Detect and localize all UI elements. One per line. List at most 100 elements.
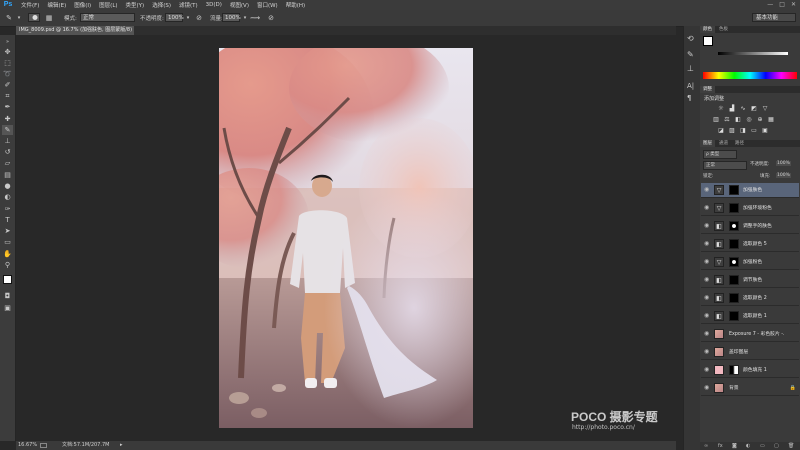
layer-row[interactable]: ◉ ▽ 加强肤色 — [701, 183, 799, 198]
visibility-eye-icon[interactable]: ◉ — [704, 187, 711, 193]
history-brush-icon[interactable]: ↺ — [2, 147, 13, 157]
document-photo[interactable] — [219, 48, 473, 428]
maximize-button[interactable]: □ — [779, 1, 785, 8]
menu-view[interactable]: 视图(V) — [230, 1, 249, 9]
layer-row[interactable]: ◉ ◧ 选取颜色 2 — [701, 291, 799, 306]
flow-input[interactable]: 100% — [222, 13, 241, 22]
tab-swatches[interactable]: 色板 — [716, 26, 731, 33]
visibility-eye-icon[interactable]: ◉ — [704, 313, 711, 319]
history-icon[interactable]: ⟲ — [687, 34, 694, 43]
layer-row[interactable]: ◉ ◧ 调节肤色 — [701, 273, 799, 288]
tab-channels[interactable]: 通道 — [716, 140, 731, 147]
move-icon[interactable]: ✥ — [2, 47, 13, 57]
curves-adjust-icon[interactable]: ∿ — [739, 105, 747, 112]
flow-dropdown-icon[interactable]: ▾ — [240, 13, 250, 23]
layer-opacity-input[interactable]: 100% — [776, 161, 791, 166]
layer-mask-thumb[interactable] — [729, 239, 739, 249]
eraser-icon[interactable]: ▱ — [2, 158, 13, 168]
menu-image[interactable]: 图像(I) — [74, 1, 91, 9]
photo-filter-icon[interactable]: ◎ — [745, 116, 753, 123]
preset-dropdown-icon[interactable]: ▾ — [14, 13, 24, 23]
status-export-icon[interactable] — [40, 443, 47, 448]
layer-row[interactable]: ◉ 盖印图层 — [701, 345, 799, 360]
layer-kind-filter[interactable]: ρ 类型 — [703, 150, 737, 159]
paragraph-panel-icon[interactable]: ¶ — [687, 94, 691, 102]
status-menu-icon[interactable]: ▸ — [120, 441, 123, 450]
color-balance-icon[interactable]: ⚖ — [723, 116, 731, 123]
brush-panel-icon[interactable]: ▦ — [44, 13, 54, 23]
visibility-eye-icon[interactable]: ◉ — [704, 367, 711, 373]
brush-size-picker[interactable] — [28, 13, 40, 22]
layer-mask-thumb[interactable] — [729, 293, 739, 303]
path-select-icon[interactable]: ➤ — [2, 226, 13, 236]
menu-filter[interactable]: 滤镜(T) — [179, 1, 198, 9]
visibility-eye-icon[interactable]: ◉ — [704, 349, 711, 355]
stamp-icon[interactable]: ⊥ — [2, 136, 13, 146]
dodge-icon[interactable]: ◐ — [2, 192, 13, 202]
layer-mask-thumb[interactable] — [729, 365, 739, 375]
close-button[interactable]: ✕ — [791, 1, 796, 8]
layer-mask-thumb[interactable] — [729, 275, 739, 285]
layer-mask-thumb[interactable] — [729, 311, 739, 321]
shape-icon[interactable]: ▭ — [2, 237, 13, 247]
layer-row[interactable]: ◉ ◧ 选取颜色 5 — [701, 237, 799, 252]
color-lookup-icon[interactable]: ▦ — [767, 116, 775, 123]
layer-mask-thumb[interactable] — [729, 257, 739, 267]
layer-row[interactable]: ◉ ▽ 加强粉色 — [701, 255, 799, 270]
menu-window[interactable]: 窗口(W) — [257, 1, 278, 9]
layer-row[interactable]: ◉ ▽ 加强环境粉色 — [701, 201, 799, 216]
opacity-dropdown-icon[interactable]: ▾ — [183, 13, 193, 23]
brightness-icon[interactable]: ☼ — [717, 105, 725, 112]
delete-layer-icon[interactable]: 🗑 — [788, 442, 794, 450]
visibility-eye-icon[interactable]: ◉ — [704, 295, 711, 301]
panel-foreground-swatch[interactable] — [703, 36, 713, 46]
visibility-eye-icon[interactable]: ◉ — [704, 223, 711, 229]
tab-adjustments[interactable]: 调整 — [700, 86, 715, 93]
threshold-icon[interactable]: ◨ — [739, 127, 747, 134]
layer-mask-thumb[interactable] — [729, 221, 739, 231]
levels-adjust-icon[interactable]: ▟ — [728, 105, 736, 112]
pen-icon[interactable]: ✑ — [2, 204, 13, 214]
menu-file[interactable]: 文件(F) — [21, 1, 39, 9]
screen-mode-icon[interactable]: ▣ — [2, 303, 13, 313]
hand-icon[interactable]: ✋ — [2, 249, 13, 259]
lasso-icon[interactable]: ➰ — [2, 69, 13, 79]
menu-layer[interactable]: 图层(L) — [99, 1, 117, 9]
hue-saturation-icon[interactable]: ▥ — [712, 116, 720, 123]
new-layer-icon[interactable]: ▢ — [774, 442, 779, 450]
visibility-eye-icon[interactable]: ◉ — [704, 205, 711, 211]
airbrush-icon[interactable]: ⟿ — [250, 13, 260, 23]
brush-preset-icon[interactable]: ✎ — [4, 13, 14, 23]
selective-color-icon[interactable]: ▣ — [761, 127, 769, 134]
gradient-icon[interactable]: ▤ — [2, 170, 13, 180]
toolbar-collapse-icon[interactable]: » — [2, 37, 13, 47]
character-panel-icon[interactable]: A| — [687, 82, 694, 90]
eyedropper-icon[interactable]: ✒ — [2, 102, 13, 112]
quick-select-icon[interactable]: ✐ — [2, 80, 13, 90]
brush-icon[interactable]: ✎ — [2, 125, 13, 135]
document-tab[interactable]: IMG_8009.psd @ 16.7% (加强肤色, 图层蒙版/8) × — [16, 26, 134, 35]
new-adjustment-icon[interactable]: ◐ — [746, 442, 750, 450]
zoom-icon[interactable]: ⚲ — [2, 260, 13, 270]
channel-mixer-icon[interactable]: ⊕ — [756, 116, 764, 123]
visibility-eye-icon[interactable]: ◉ — [704, 385, 711, 391]
foreground-color-swatch[interactable] — [3, 275, 12, 284]
pressure-size-icon[interactable]: ⊘ — [266, 13, 276, 23]
zoom-level[interactable]: 16.67% — [18, 441, 37, 450]
add-mask-icon[interactable]: ◙ — [732, 442, 737, 450]
gradient-map-icon[interactable]: ▭ — [750, 127, 758, 134]
layer-row[interactable]: ◉ ◧ 调整手的肤色 — [701, 219, 799, 234]
visibility-eye-icon[interactable]: ◉ — [704, 259, 711, 265]
layer-mask-thumb[interactable] — [729, 185, 739, 195]
invert-icon[interactable]: ◪ — [717, 127, 725, 134]
marquee-icon[interactable]: ⬚ — [2, 58, 13, 68]
fx-icon[interactable]: fx — [718, 442, 723, 450]
visibility-eye-icon[interactable]: ◉ — [704, 331, 711, 337]
exposure-adjust-icon[interactable]: ◩ — [750, 105, 758, 112]
layer-mask-thumb[interactable] — [729, 203, 739, 213]
tab-paths[interactable]: 路径 — [732, 140, 747, 147]
black-white-icon[interactable]: ◧ — [734, 116, 742, 123]
link-layers-icon[interactable]: ∞ — [704, 442, 708, 450]
crop-icon[interactable]: ⌗ — [2, 91, 13, 101]
menu-3d[interactable]: 3D(D) — [206, 2, 222, 8]
